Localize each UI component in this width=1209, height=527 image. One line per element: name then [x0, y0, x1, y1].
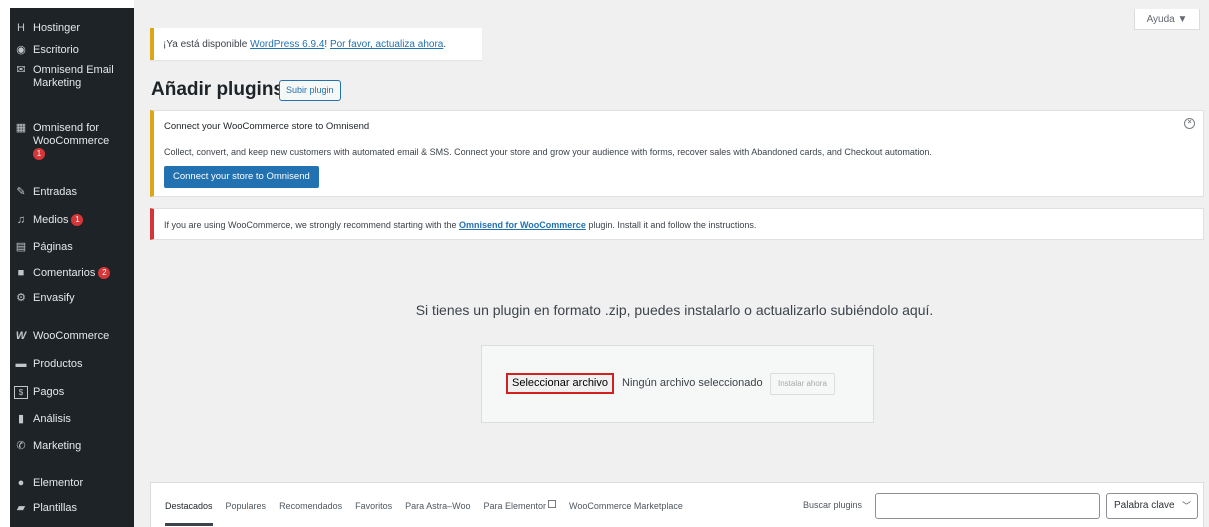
- notification-badge: 1: [71, 214, 84, 227]
- page-title: Añadir plugins: [151, 79, 284, 100]
- hostinger-icon: H: [17, 22, 25, 34]
- upload-plugin-button[interactable]: Subir plugin: [279, 80, 341, 101]
- envelope-icon: ✉: [16, 64, 26, 76]
- sidebar-item-comentarios[interactable]: ■ Comentarios 2: [10, 267, 134, 280]
- notice-text: plugin. Install it and follow the instru…: [585, 220, 757, 230]
- store-icon: ▦: [15, 122, 27, 134]
- tab-label: Para Elementor: [483, 500, 547, 511]
- search-label: Buscar plugins: [803, 500, 863, 510]
- analytics-icon: ▮: [17, 413, 25, 425]
- tab-woocommerce-marketplace[interactable]: WooCommerce Marketplace: [569, 501, 683, 511]
- tab-recomendados[interactable]: Recomendados: [279, 501, 342, 511]
- folder-icon: ▰: [16, 502, 26, 514]
- sidebar-item-paginas[interactable]: ▤ Páginas: [10, 241, 134, 254]
- tab-populares[interactable]: Populares: [226, 501, 267, 511]
- payments-icon: $: [14, 386, 28, 399]
- plugin-filter-bar: Destacados Populares Recomendados Favori…: [150, 482, 1204, 527]
- sidebar-item-hostinger[interactable]: H Hostinger: [10, 22, 134, 35]
- dismiss-icon[interactable]: ×: [1184, 118, 1195, 129]
- admin-sidebar: H Hostinger ◉ Escritorio ✉ Omnisend Emai…: [10, 8, 134, 527]
- sidebar-item-escritorio[interactable]: ◉ Escritorio: [10, 44, 134, 57]
- sidebar-item-label: Pagos: [33, 386, 65, 398]
- omnisend-connect-notice: Connect your WooCommerce store to Omnise…: [150, 110, 1204, 197]
- update-now-link[interactable]: Por favor, actualiza ahora: [330, 39, 443, 50]
- help-button[interactable]: Ayuda ▼: [1134, 9, 1200, 30]
- tab-destacados[interactable]: Destacados: [165, 501, 213, 526]
- notification-badge: 2: [98, 267, 111, 280]
- dashboard-icon: ◉: [16, 44, 26, 56]
- sidebar-item-pagos[interactable]: $ Pagos: [10, 386, 134, 399]
- notification-badge: 1: [33, 148, 45, 161]
- tab-favoritos[interactable]: Favoritos: [355, 501, 392, 511]
- sidebar-item-label: Escritorio: [33, 44, 79, 56]
- wordpress-version-link[interactable]: WordPress 6.9.4: [250, 39, 324, 50]
- sidebar-item-label: Páginas: [33, 241, 73, 253]
- notice-text: If you are using WooCommerce, we strongl…: [164, 220, 459, 230]
- products-icon: ▬: [15, 358, 27, 370]
- envasify-icon: ⚙: [16, 292, 26, 304]
- notice-description: Collect, convert, and keep new customers…: [164, 147, 932, 157]
- notice-title: Connect your WooCommerce store to Omnise…: [164, 121, 370, 132]
- woocommerce-icon: W: [15, 330, 27, 342]
- sidebar-item-label: Comentarios 2: [33, 267, 111, 280]
- connect-store-button[interactable]: Connect your store to Omnisend: [164, 166, 319, 188]
- pages-icon: ▤: [15, 241, 27, 253]
- sidebar-item-plantillas[interactable]: ▰ Plantillas: [10, 502, 134, 515]
- sidebar-item-envasify[interactable]: ⚙ Envasify: [10, 292, 134, 305]
- sidebar-item-analisis[interactable]: ▮ Análisis: [10, 413, 134, 426]
- sidebar-item-label: Análisis: [33, 413, 71, 425]
- sidebar-item-label: Marketing: [33, 440, 82, 452]
- upload-help-text: Si tienes un plugin en formato .zip, pue…: [415, 302, 934, 318]
- update-notice-text: .: [443, 39, 447, 50]
- sidebar-item-elementor[interactable]: ● Elementor: [10, 477, 134, 490]
- megaphone-icon: ✆: [16, 440, 26, 452]
- sidebar-item-label: WooCommerce: [33, 330, 110, 342]
- update-notice-text: ¡Ya está disponible: [163, 39, 251, 50]
- search-plugins-input[interactable]: [875, 493, 1100, 519]
- sidebar-item-label: Hostinger: [33, 22, 81, 34]
- choose-file-button[interactable]: Seleccionar archivo: [506, 373, 614, 394]
- sidebar-item-label: Entradas: [33, 186, 78, 198]
- sidebar-item-marketing[interactable]: ✆ Marketing: [10, 440, 134, 453]
- filter-tabs: Destacados Populares Recomendados Favori…: [151, 483, 696, 527]
- upload-plugin-form: Seleccionar archivo Ningún archivo selec…: [481, 345, 874, 423]
- sidebar-item-label: Medios 1: [33, 214, 84, 227]
- tab-para-astra-woo[interactable]: Para Astra–Woo: [405, 501, 470, 511]
- sidebar-item-entradas[interactable]: ✎ Entradas: [10, 186, 134, 199]
- sidebar-item-omnisend-email[interactable]: ✉ Omnisend Email Marketing: [10, 64, 134, 90]
- sidebar-item-medios[interactable]: ♫ Medios 1: [10, 214, 134, 227]
- update-notice: ¡Ya está disponible WordPress 6.9.4! Por…: [150, 28, 482, 60]
- search-type-select[interactable]: Palabra clave ﹀: [1106, 493, 1198, 519]
- sidebar-item-label: Envasify: [33, 292, 75, 304]
- file-status-text: Ningún archivo seleccionado: [622, 377, 763, 389]
- sidebar-item-productos[interactable]: ▬ Productos: [10, 358, 134, 371]
- pin-icon: ✎: [16, 186, 26, 198]
- comments-icon: ■: [17, 267, 25, 279]
- install-now-button[interactable]: Instalar ahora: [770, 373, 835, 395]
- search-type-value: Palabra clave: [1114, 500, 1175, 511]
- sidebar-item-woocommerce[interactable]: W WooCommerce: [10, 330, 134, 343]
- left-gutter: [0, 0, 10, 527]
- woocommerce-recommend-notice: If you are using WooCommerce, we strongl…: [150, 208, 1204, 240]
- sidebar-item-omnisend-woo[interactable]: ▦ Omnisend for WooCommerce 1: [10, 122, 134, 161]
- external-link-icon: [548, 499, 557, 508]
- elementor-icon: ●: [17, 477, 25, 489]
- sidebar-item-label: Productos: [33, 358, 83, 370]
- omnisend-woo-link[interactable]: Omnisend for WooCommerce: [459, 220, 586, 230]
- sidebar-item-label: Omnisend Email Marketing: [33, 64, 114, 89]
- sidebar-item-label: Plantillas: [33, 502, 78, 514]
- media-icon: ♫: [16, 214, 26, 226]
- sidebar-item-label: Omnisend for WooCommerce 1: [33, 122, 110, 161]
- tab-para-elementor[interactable]: Para Elementor: [483, 499, 557, 511]
- chevron-down-icon: ﹀: [1181, 501, 1191, 511]
- main-content: Ayuda ▼ ¡Ya está disponible WordPress 6.…: [134, 0, 1209, 527]
- sidebar-item-label: Elementor: [33, 477, 84, 489]
